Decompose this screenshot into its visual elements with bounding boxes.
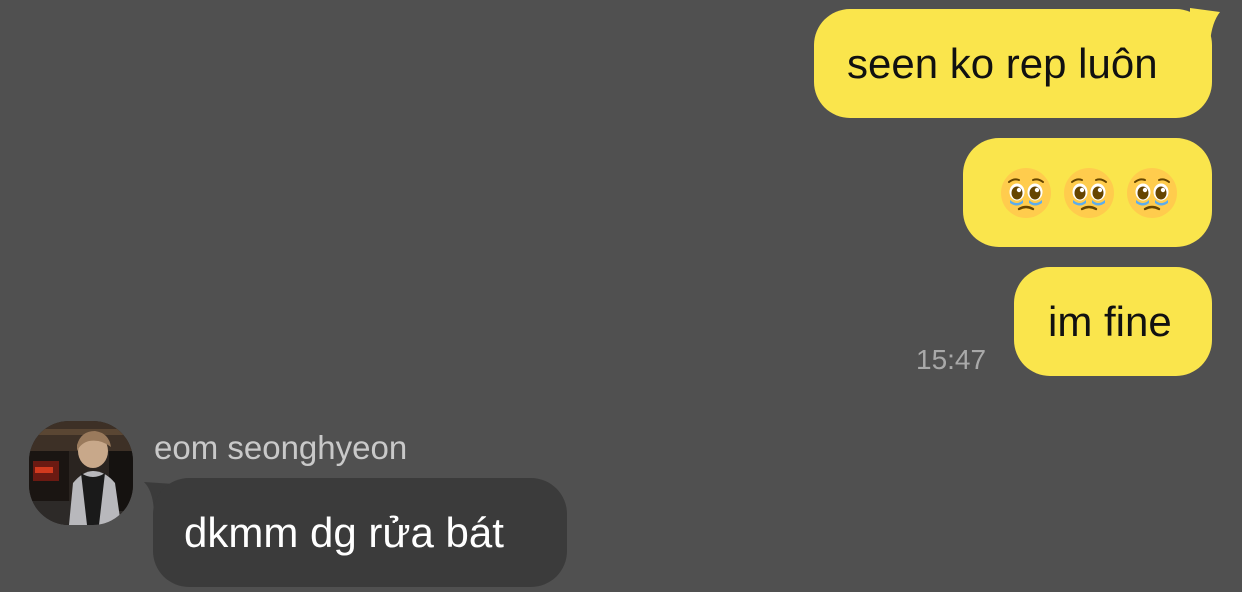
outgoing-message-bubble[interactable]: seen ko rep luôn [814,9,1212,118]
incoming-message-bubble[interactable]: dkmm dg rửa bát [153,478,567,587]
message-text: seen ko rep luôn [847,39,1158,87]
message-text: dkmm dg rửa bát [184,508,504,556]
sender-avatar[interactable] [29,421,133,525]
message-timestamp: 15:47 [916,344,987,375]
sender-name: eom seonghyeon [154,429,408,466]
outgoing-emoji-bubble[interactable] [963,138,1212,247]
message-text: im fine [1048,297,1172,345]
pleading-face-emoji-icon [1125,166,1179,220]
profile-photo-icon [29,421,133,525]
pleading-face-emoji-icon [1062,166,1116,220]
pleading-face-emoji-icon [999,166,1053,220]
outgoing-message-bubble[interactable]: im fine [1014,267,1212,376]
